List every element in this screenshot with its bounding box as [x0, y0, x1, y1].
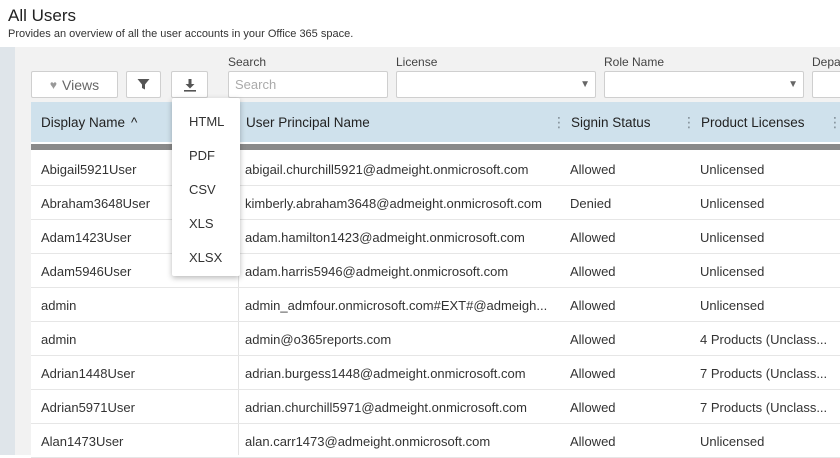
license-label: License	[396, 55, 438, 69]
license-select[interactable]: ▼	[396, 71, 596, 98]
signin-status-cell: Allowed	[570, 365, 616, 381]
product-licenses-cell: Unlicensed	[700, 229, 765, 245]
filter-button[interactable]	[126, 71, 161, 98]
upn-cell: adrian.churchill5971@admeight.onmicrosof…	[245, 399, 528, 415]
export-menu: HTML PDF CSV XLS XLSX	[172, 98, 240, 276]
column-header-signin-status[interactable]: Signin Status	[571, 102, 651, 142]
column-header-upn[interactable]: User Principal Name	[246, 102, 370, 142]
role-name-label: Role Name	[604, 55, 665, 69]
display-name-cell: Adrian5971User	[41, 399, 135, 415]
loading-bar	[31, 144, 840, 150]
table-row[interactable]: admin admin@o365reports.com Allowed 4 Pr…	[31, 322, 840, 356]
department-select[interactable]	[812, 71, 840, 98]
product-licenses-cell: 7 Products (Unclass...	[700, 365, 828, 381]
display-name-cell: admin	[41, 331, 77, 347]
signin-status-cell: Allowed	[570, 399, 616, 415]
signin-status-cell: Allowed	[570, 331, 616, 347]
chevron-down-icon: ▼	[788, 79, 798, 90]
table-row[interactable]: Adam5946User adam.harris5946@admeight.on…	[31, 254, 840, 288]
sort-ascending-icon: ^	[131, 114, 138, 130]
role-name-select[interactable]: ▼	[604, 71, 804, 98]
search-input[interactable]	[228, 71, 388, 98]
column-menu-icon[interactable]: ⋮	[828, 114, 840, 131]
table-row[interactable]: admin admin_admfour.onmicrosoft.com#EXT#…	[31, 288, 840, 322]
search-label: Search	[228, 55, 267, 69]
upn-cell: admin_admfour.onmicrosoft.com#EXT#@admei…	[245, 297, 548, 313]
product-licenses-cell: Unlicensed	[700, 433, 765, 449]
signin-status-cell: Denied	[570, 195, 612, 211]
product-licenses-cell: Unlicensed	[700, 161, 765, 177]
product-licenses-cell: 4 Products (Unclass...	[700, 331, 828, 347]
upn-cell: alan.carr1473@admeight.onmicrosoft.com	[245, 433, 491, 449]
display-name-cell: Alan1473User	[41, 433, 124, 449]
table-row[interactable]: Abigail5921User abigail.churchill5921@ad…	[31, 152, 840, 186]
upn-cell: admin@o365reports.com	[245, 331, 392, 347]
department-label: Depa	[812, 55, 840, 69]
export-html-item[interactable]: HTML	[189, 114, 224, 129]
views-label: Views	[62, 76, 100, 93]
signin-status-cell: Allowed	[570, 263, 616, 279]
signin-status-cell: Allowed	[570, 433, 616, 449]
left-strip	[0, 47, 15, 455]
upn-cell: kimberly.abraham3648@admeight.onmicrosof…	[245, 195, 542, 211]
column-header-display-name[interactable]: Display Name ^	[41, 102, 137, 142]
upn-cell: adam.hamilton1423@admeight.onmicrosoft.c…	[245, 229, 525, 245]
page-title: All Users	[8, 6, 77, 25]
column-header-product-licenses[interactable]: Product Licenses	[701, 102, 805, 142]
download-icon	[183, 78, 196, 92]
chevron-down-icon: ▼	[580, 79, 590, 90]
display-name-cell: admin	[41, 297, 77, 313]
export-xlsx-item[interactable]: XLSX	[189, 250, 222, 265]
signin-status-cell: Allowed	[570, 229, 616, 245]
download-button[interactable]	[171, 71, 208, 98]
upn-cell: adrian.burgess1448@admeight.onmicrosoft.…	[245, 365, 526, 381]
product-licenses-cell: Unlicensed	[700, 263, 765, 279]
export-xls-item[interactable]: XLS	[189, 216, 214, 231]
grid-header: Display Name ^ User Principal Name ⋮ Sig…	[31, 102, 840, 142]
column-menu-icon[interactable]: ⋮	[682, 114, 696, 131]
signin-status-cell: Allowed	[570, 161, 616, 177]
export-pdf-item[interactable]: PDF	[189, 148, 215, 163]
display-name-cell: Adrian1448User	[41, 365, 135, 381]
upn-cell: adam.harris5946@admeight.onmicrosoft.com	[245, 263, 509, 279]
product-licenses-cell: Unlicensed	[700, 195, 765, 211]
heart-icon: ♥	[49, 77, 58, 92]
export-csv-item[interactable]: CSV	[189, 182, 216, 197]
table-row[interactable]: Alan1473User alan.carr1473@admeight.onmi…	[31, 424, 840, 458]
table-row[interactable]: Adam1423User adam.hamilton1423@admeight.…	[31, 220, 840, 254]
product-licenses-cell: 7 Products (Unclass...	[700, 399, 828, 415]
page-subtitle: Provides an overview of all the user acc…	[8, 28, 354, 40]
filter-icon	[137, 79, 150, 90]
users-grid: Display Name ^ User Principal Name ⋮ Sig…	[31, 102, 840, 458]
signin-status-cell: Allowed	[570, 297, 616, 313]
table-row[interactable]: Adrian1448User adrian.burgess1448@admeig…	[31, 356, 840, 390]
column-menu-icon[interactable]: ⋮	[552, 114, 566, 131]
views-button[interactable]: ♥ Views	[31, 71, 118, 98]
table-row[interactable]: Abraham3648User kimberly.abraham3648@adm…	[31, 186, 840, 220]
table-row[interactable]: Adrian5971User adrian.churchill5971@adme…	[31, 390, 840, 424]
upn-cell: abigail.churchill5921@admeight.onmicroso…	[245, 161, 529, 177]
product-licenses-cell: Unlicensed	[700, 297, 765, 313]
